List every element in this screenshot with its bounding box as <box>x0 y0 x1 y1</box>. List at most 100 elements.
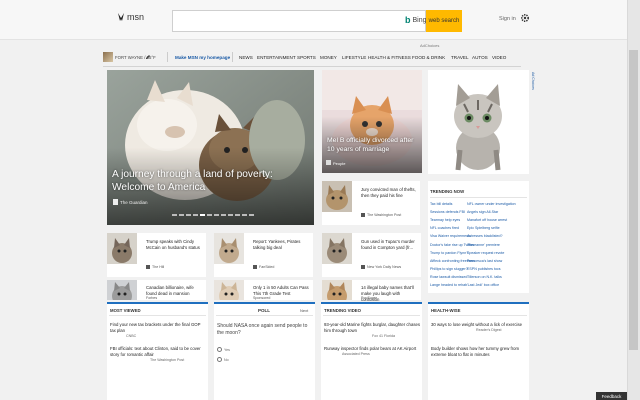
nav-lifestyle[interactable]: LIFESTYLE <box>342 55 366 60</box>
nav-entertainment[interactable]: ENTERTAINMENT <box>257 55 296 60</box>
source-logo-icon <box>253 265 257 269</box>
hero-headline[interactable]: A journey through a land of poverty: Wel… <box>112 168 312 194</box>
poll-next-button[interactable]: Next <box>300 308 308 313</box>
carousel-dot[interactable] <box>221 214 226 216</box>
ad-choices-label[interactable]: Ad Choices <box>531 72 535 90</box>
nav-news[interactable]: NEWS <box>239 55 253 60</box>
carousel-dots[interactable] <box>172 214 254 216</box>
trending-topic-link[interactable]: Tillerson on N.K. talks <box>467 275 502 279</box>
story-thumbnail[interactable] <box>322 280 352 300</box>
source-logo-icon <box>361 265 365 269</box>
bing-b-icon: b <box>405 15 411 25</box>
feature-story-card[interactable] <box>322 70 422 173</box>
trending-topic-link[interactable]: 'Last Jedi' box office <box>467 283 499 287</box>
poll-option-label[interactable]: No <box>224 358 229 362</box>
weather-thumbnail[interactable] <box>103 52 113 62</box>
feature-story-source: People <box>333 161 346 166</box>
most-viewed-item-source: The Washington Post <box>150 358 185 362</box>
nav-food-drink[interactable]: FOOD & DRINK <box>412 55 445 60</box>
module-accent-bar <box>214 302 315 304</box>
story-thumbnail[interactable] <box>214 280 244 300</box>
story-thumbnail[interactable] <box>214 233 244 264</box>
carousel-dot[interactable] <box>193 214 198 216</box>
carousel-dot[interactable] <box>179 214 184 216</box>
hero-source: The Guardian <box>120 200 148 205</box>
nav-divider <box>167 52 168 62</box>
web-search-button[interactable]: web search <box>426 10 462 32</box>
scrollbar-thumb[interactable] <box>629 50 638 350</box>
nav-sports[interactable]: SPORTS <box>297 55 316 60</box>
story-source: Forbes <box>146 296 158 300</box>
sponsored-label: Sponsored <box>253 296 271 300</box>
trending-topic-link[interactable]: Epic Spielberg selfie <box>467 226 500 230</box>
trending-topic-link[interactable]: Phillips to sign slugger? <box>430 267 468 271</box>
trending-now-title: TRENDING NOW <box>430 189 465 194</box>
trending-topic-link[interactable]: NFL coaches fired <box>430 226 459 230</box>
story-source: The Washington Post <box>367 213 402 217</box>
carousel-dot[interactable] <box>186 214 191 216</box>
story-thumbnail[interactable] <box>322 181 352 212</box>
pencil-icon[interactable] <box>145 54 150 60</box>
trending-topic-link[interactable]: Sessions defends FBI <box>430 210 465 214</box>
trending-topic-link[interactable]: Tearmay help eyes <box>430 218 460 222</box>
carousel-dot[interactable] <box>207 214 212 216</box>
trending-topic-link[interactable]: Tax bill details <box>430 202 452 206</box>
story-headline[interactable]: 14 illegal baby names that'll make you l… <box>361 285 419 303</box>
carousel-dot[interactable] <box>214 214 219 216</box>
carousel-dot[interactable] <box>249 214 254 216</box>
trending-topic-link[interactable]: Actresses blacklisted? <box>467 234 503 238</box>
carousel-dot-active[interactable] <box>200 214 205 216</box>
trending-topic-link[interactable]: Trump to pardon Flynn? <box>430 251 468 255</box>
source-logo-icon <box>146 265 150 269</box>
poll-option-radio[interactable] <box>217 347 222 352</box>
make-homepage-link[interactable]: Make MSN my homepage <box>175 55 230 60</box>
trending-topic-link[interactable]: 'Roseanne' premiere <box>467 243 500 247</box>
trending-topic-link[interactable]: ESPN publishes tocs <box>467 267 501 271</box>
nav-travel[interactable]: TRAVEL <box>451 55 469 60</box>
trending-topic-link[interactable]: Rose lawsuit dismissed <box>430 275 467 279</box>
carousel-dot[interactable] <box>242 214 247 216</box>
trending-topic-link[interactable]: Manafort off house arrest <box>467 218 507 222</box>
carousel-dot[interactable] <box>228 214 233 216</box>
trending-topic-link[interactable]: NFL owner under investigation <box>467 202 516 206</box>
nav-divider <box>232 52 233 62</box>
search-input[interactable] <box>172 10 426 32</box>
feedback-button[interactable]: Feedback <box>596 392 627 400</box>
msn-logo[interactable]: msn <box>117 12 144 22</box>
trending-topic-link[interactable]: Lange headed to rehab <box>430 283 467 287</box>
kitten-thumbnail-image <box>322 233 352 264</box>
story-headline[interactable]: Jury convicted man of thefts, then they … <box>361 187 419 199</box>
health-wise-item[interactable]: Body builder shows how her tummy grew fr… <box>431 346 528 358</box>
feature-story-headline[interactable]: Mel B officially divorced after 10 years… <box>327 136 422 154</box>
poll-option-radio[interactable] <box>217 357 222 362</box>
most-viewed-item[interactable]: Find your new tax brackets under the fin… <box>110 322 207 334</box>
nav-health-fitness[interactable]: HEALTH & FITNESS <box>368 55 411 60</box>
trending-topic-link[interactable]: Angels sign All-Star <box>467 210 498 214</box>
trending-video-item[interactable]: Runway inspector finds polar bears at AK… <box>324 346 421 352</box>
nav-video[interactable]: VIDEO <box>492 55 506 60</box>
most-viewed-item-source: CNBC <box>126 334 137 338</box>
story-headline[interactable]: Trump speaks with Cindy McCain on husban… <box>146 239 204 251</box>
story-headline[interactable]: Report: Yankees, Pirates talking big dea… <box>253 239 311 251</box>
most-viewed-title: MOST VIEWED <box>110 308 141 313</box>
ad-choices-link[interactable]: AdChoices <box>420 43 439 48</box>
carousel-dot[interactable] <box>172 214 177 216</box>
nav-money[interactable]: MONEY <box>320 55 337 60</box>
advertisement[interactable] <box>428 70 529 174</box>
trending-topic-link[interactable]: Speaker request revote <box>467 251 504 255</box>
story-source: The Hill <box>152 265 165 269</box>
most-viewed-item[interactable]: FBI officials: text about Clinton, said … <box>110 346 207 358</box>
poll-option-label[interactable]: Yes <box>224 348 230 352</box>
ad-tabby-kitten-image <box>428 70 529 174</box>
gear-icon[interactable] <box>520 13 530 23</box>
carousel-dot[interactable] <box>235 214 240 216</box>
trending-topic-link[interactable]: Francesca's last show <box>467 259 502 263</box>
nav-autos[interactable]: AUTOS <box>472 55 488 60</box>
story-headline[interactable]: Gun used in Tupac's murder found in Comp… <box>361 239 419 251</box>
trending-video-item[interactable]: 93-year-old Marine fights burglar, daugh… <box>324 322 421 334</box>
story-thumbnail[interactable] <box>107 280 137 300</box>
story-thumbnail[interactable] <box>322 233 352 264</box>
trending-topic-link[interactable]: Visa Waiver requirements <box>430 234 471 238</box>
story-thumbnail[interactable] <box>107 233 137 264</box>
sign-in-link[interactable]: Sign in <box>499 16 516 22</box>
